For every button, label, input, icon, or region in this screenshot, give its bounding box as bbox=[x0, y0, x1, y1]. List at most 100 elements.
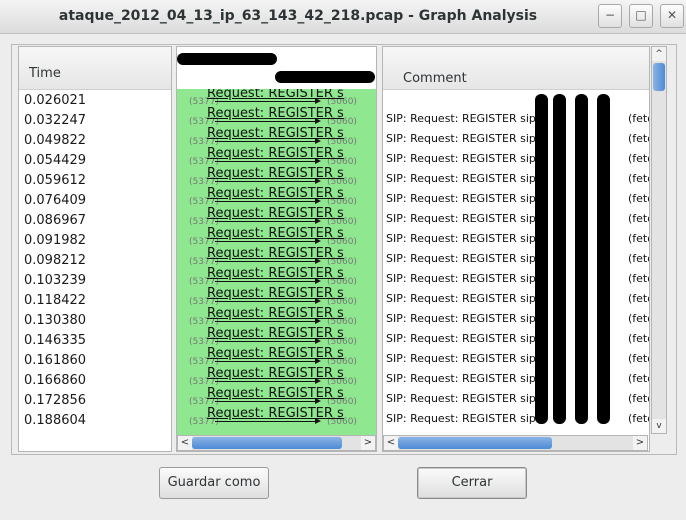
time-cell[interactable]: 0.054429 bbox=[24, 151, 86, 171]
close-window-button[interactable]: ✕ bbox=[660, 4, 684, 28]
arrow-right-icon bbox=[215, 318, 321, 324]
scroll-left-arrow-icon[interactable]: < bbox=[178, 436, 192, 450]
maximize-button[interactable]: □ bbox=[629, 4, 653, 28]
redaction-bar bbox=[575, 94, 588, 424]
graph-label[interactable]: Request: REGISTER s bbox=[207, 306, 344, 321]
comment-text: SIP: Request: REGISTER sip: bbox=[386, 372, 540, 385]
comment-row[interactable]: SIP: Request: REGISTER sip: (feto bbox=[386, 209, 649, 229]
arrow-right-icon bbox=[215, 338, 321, 344]
comment-row[interactable]: SIP: Request: REGISTER sip: (feto bbox=[386, 329, 649, 349]
graph-label[interactable]: Request: REGISTER s bbox=[207, 166, 344, 181]
arrow-right-icon bbox=[215, 158, 321, 164]
comment-row[interactable]: SIP: Request: REGISTER sip: (feto bbox=[386, 149, 649, 169]
comment-trailing: (feto bbox=[628, 412, 649, 425]
graph-label[interactable]: Request: REGISTER s bbox=[207, 186, 344, 201]
v-scrollbar[interactable]: ^ v bbox=[651, 46, 667, 434]
save-as-button[interactable]: Guardar como bbox=[159, 467, 269, 499]
arrow-right-icon bbox=[215, 198, 321, 204]
comment-row[interactable]: SIP: Request: REGISTER sip: (feto bbox=[386, 349, 649, 369]
arrow-right-icon bbox=[215, 178, 321, 184]
time-cell[interactable]: 0.103239 bbox=[24, 271, 86, 291]
graph-label[interactable]: Request: REGISTER s bbox=[207, 346, 344, 361]
time-cell[interactable]: 0.098212 bbox=[24, 251, 86, 271]
comment-trailing: (feto bbox=[628, 312, 649, 325]
graph-h-scrollbar[interactable]: < > bbox=[177, 435, 376, 451]
time-cell[interactable]: 0.032247 bbox=[24, 111, 86, 131]
time-cell[interactable]: 0.059612 bbox=[24, 171, 86, 191]
graph-label[interactable]: Request: REGISTER s bbox=[207, 386, 344, 401]
graph-header bbox=[177, 47, 376, 87]
comment-row[interactable]: SIP: Request: REGISTER sip: (feto bbox=[386, 169, 649, 189]
comment-row[interactable]: SIP: Request: REGISTER sip: (feto bbox=[386, 289, 649, 309]
time-cell[interactable]: 0.188604 bbox=[24, 411, 86, 431]
redaction-bar bbox=[597, 94, 610, 424]
redaction-bar bbox=[535, 94, 548, 424]
graph-label[interactable]: Request: REGISTER s bbox=[207, 286, 344, 301]
comment-row[interactable]: SIP: Request: REGISTER sip: (feto bbox=[386, 389, 649, 409]
comment-row[interactable]: SIP: Request: REGISTER sip: (feto bbox=[386, 409, 649, 429]
time-cell[interactable]: 0.026021 bbox=[24, 91, 86, 111]
graph-label[interactable]: Request: REGISTER s bbox=[207, 146, 344, 161]
graph-label[interactable]: Request: REGISTER s bbox=[207, 366, 344, 381]
comment-text: SIP: Request: REGISTER sip: bbox=[386, 412, 540, 425]
scroll-right-arrow-icon[interactable]: > bbox=[633, 436, 647, 450]
time-cell[interactable]: 0.076409 bbox=[24, 191, 86, 211]
scroll-right-arrow-icon[interactable]: > bbox=[361, 436, 375, 450]
graph-row[interactable]: (5377) (5060) Request: REGISTER s bbox=[177, 406, 376, 429]
graph-pane[interactable]: (5377) (5060) Request: REGISTER s (5377) (50… bbox=[176, 46, 377, 452]
time-column-header[interactable]: Time bbox=[19, 47, 171, 90]
arrow-right-icon bbox=[215, 418, 321, 424]
comment-text: SIP: Request: REGISTER sip: bbox=[386, 312, 540, 325]
time-cell[interactable]: 0.166860 bbox=[24, 371, 86, 391]
comment-trailing: (feto bbox=[628, 252, 649, 265]
v-scroll-thumb[interactable] bbox=[653, 63, 665, 91]
comment-row[interactable]: SIP: Request: REGISTER sip: (feto bbox=[386, 269, 649, 289]
graph-label[interactable]: Request: REGISTER s bbox=[207, 246, 344, 261]
time-cell[interactable]: 0.086967 bbox=[24, 211, 86, 231]
close-button[interactable]: Cerrar bbox=[417, 467, 527, 499]
scroll-up-arrow-icon[interactable]: ^ bbox=[652, 47, 666, 61]
graph-label[interactable]: Request: REGISTER s bbox=[207, 266, 344, 281]
time-pane[interactable]: Time 0.026021 0.032247 0.049822 0.054429 0.0… bbox=[18, 46, 172, 452]
comment-trailing: (feto bbox=[628, 332, 649, 345]
time-cell[interactable]: 0.161860 bbox=[24, 351, 86, 371]
comment-text: SIP: Request: REGISTER sip: bbox=[386, 252, 540, 265]
time-cell[interactable]: 0.146335 bbox=[24, 331, 86, 351]
time-cell[interactable]: 0.091982 bbox=[24, 231, 86, 251]
time-cell[interactable]: 0.118422 bbox=[24, 291, 86, 311]
comment-row[interactable]: SIP: Request: REGISTER sip: (feto bbox=[386, 229, 649, 249]
graph-label[interactable]: Request: REGISTER s bbox=[207, 226, 344, 241]
arrow-right-icon bbox=[215, 298, 321, 304]
comment-row[interactable]: SIP: Request: REGISTER sip: (feto bbox=[386, 129, 649, 149]
scroll-down-arrow-icon[interactable]: v bbox=[652, 419, 666, 433]
title-bar[interactable]: ataque_2012_04_13_ip_63_143_42_218.pcap … bbox=[0, 0, 686, 34]
comment-h-scroll-thumb[interactable] bbox=[398, 437, 552, 449]
graph-label[interactable]: Request: REGISTER s bbox=[207, 406, 344, 421]
redacted-host-b bbox=[275, 71, 375, 83]
comment-row[interactable]: SIP: Request: REGISTER sip: (feto bbox=[386, 109, 649, 129]
minimize-button[interactable]: − bbox=[598, 4, 622, 28]
comment-h-scrollbar[interactable]: < > bbox=[383, 435, 648, 451]
comment-row[interactable]: SIP: Request: REGISTER sip: (feto bbox=[386, 189, 649, 209]
time-cell[interactable]: 0.049822 bbox=[24, 131, 86, 151]
comment-trailing: (feto bbox=[628, 192, 649, 205]
comment-pane[interactable]: Comment SIP: Request: REGISTER sip:(feto… bbox=[382, 46, 650, 452]
comment-text: SIP: Request: REGISTER sip: bbox=[386, 192, 540, 205]
scroll-left-arrow-icon[interactable]: < bbox=[384, 436, 398, 450]
arrow-right-icon bbox=[215, 258, 321, 264]
time-cell[interactable]: 0.172856 bbox=[24, 391, 86, 411]
graph-label[interactable]: Request: REGISTER s bbox=[207, 106, 344, 121]
comment-row[interactable]: SIP: Request: REGISTER sip: (feto bbox=[386, 369, 649, 389]
comment-row[interactable]: SIP: Request: REGISTER sip: (feto bbox=[386, 249, 649, 269]
comment-row[interactable]: SIP: Request: REGISTER sip: (feto bbox=[386, 309, 649, 329]
comment-text: SIP: Request: REGISTER sip: bbox=[386, 212, 540, 225]
graph-flow-area[interactable]: (5377) (5060) Request: REGISTER s (5377) (50… bbox=[177, 89, 376, 435]
graph-label[interactable]: Request: REGISTER s bbox=[207, 89, 344, 101]
redacted-host-a bbox=[177, 53, 277, 65]
graph-label[interactable]: Request: REGISTER s bbox=[207, 326, 344, 341]
graph-h-scroll-thumb[interactable] bbox=[192, 437, 342, 449]
graph-label[interactable]: Request: REGISTER s bbox=[207, 206, 344, 221]
time-cell[interactable]: 0.130380 bbox=[24, 311, 86, 331]
graph-label[interactable]: Request: REGISTER s bbox=[207, 126, 344, 141]
redaction-bar bbox=[553, 94, 566, 424]
